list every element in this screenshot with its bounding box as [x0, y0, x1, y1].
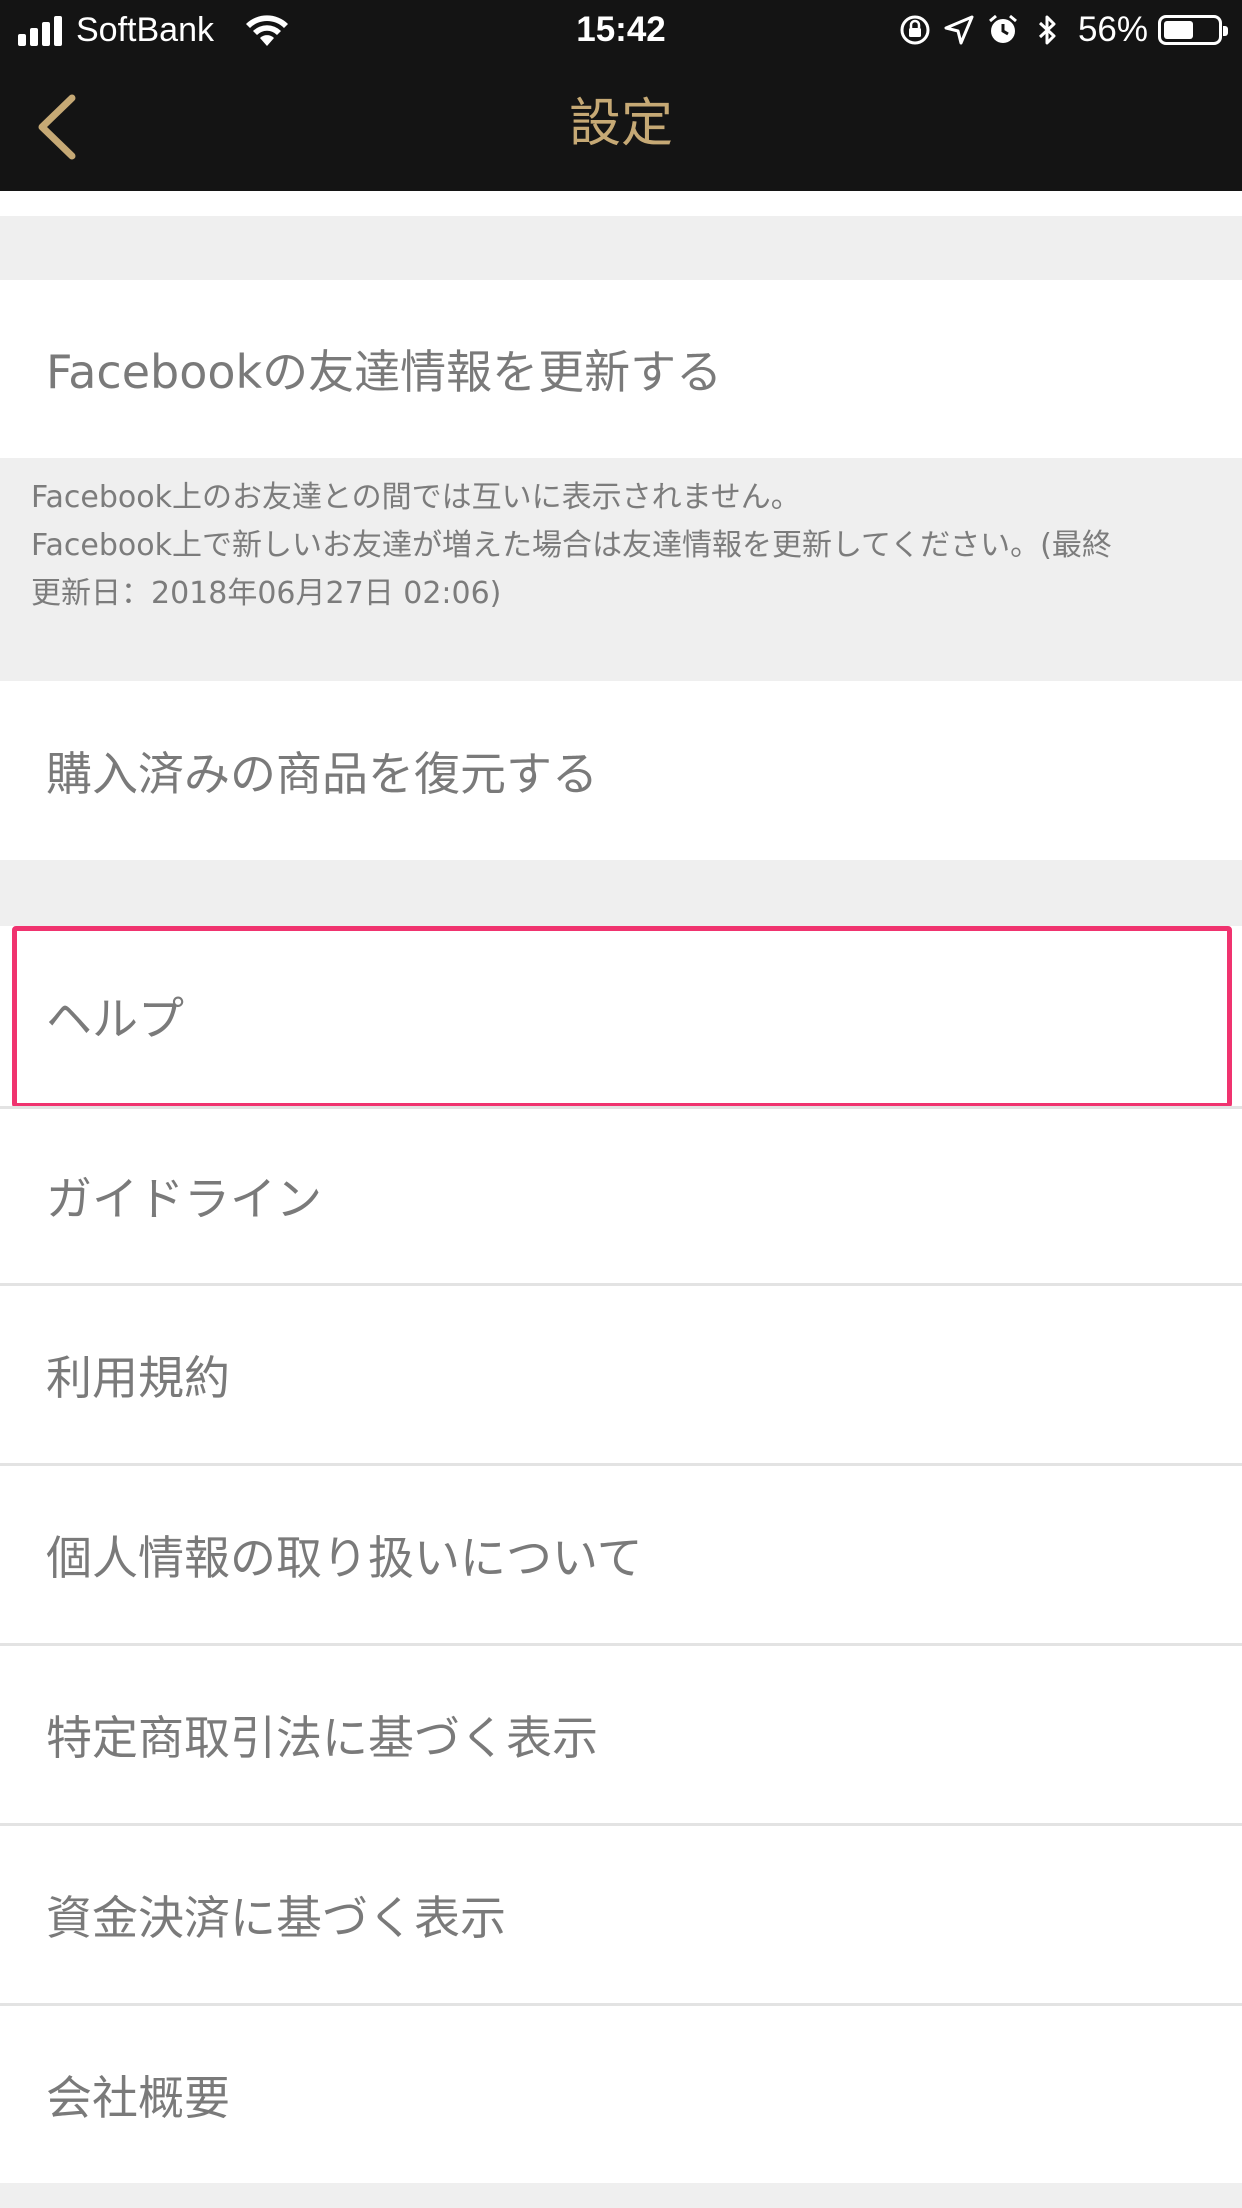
status-bar: SoftBank 15:42 56% — [0, 0, 1242, 62]
help-label: ヘルプ — [46, 992, 184, 1046]
terms-row[interactable]: 利用規約 — [0, 1286, 1242, 1463]
privacy-row[interactable]: 個人情報の取り扱いについて — [0, 1466, 1242, 1643]
list-item-top-strip — [0, 191, 1242, 216]
help-row[interactable]: ヘルプ — [0, 926, 1242, 1106]
terms-label: 利用規約 — [46, 1350, 230, 1405]
page-title: 設定 — [568, 94, 673, 154]
restore-purchases-row[interactable]: 購入済みの商品を復元する — [0, 681, 1242, 860]
battery-icon — [1158, 15, 1228, 45]
facebook-note-line: 更新日：2018年06月27日 02:06) — [31, 576, 502, 611]
battery-level — [1164, 21, 1193, 39]
payment-law-label: 資金決済に基づく表示 — [46, 1890, 506, 1945]
orientation-lock-icon — [900, 15, 930, 45]
privacy-label: 個人情報の取り扱いについて — [46, 1530, 643, 1585]
top-bar: SoftBank 15:42 56% 設定 — [0, 0, 1242, 191]
status-icons: 56% — [888, 10, 1228, 50]
facebook-update-row[interactable]: Facebookの友達情報を更新する — [0, 280, 1242, 458]
facebook-note-line: Facebook上のお友達との間では互いに表示されません。 — [31, 480, 801, 515]
company-label: 会社概要 — [46, 2070, 230, 2125]
guidelines-label: ガイドライン — [46, 1172, 322, 1226]
alarm-icon — [988, 14, 1017, 43]
location-icon — [944, 15, 974, 45]
facebook-update-label: Facebookの友達情報を更新する — [46, 345, 723, 399]
navigation-bar: 設定 — [0, 62, 1242, 191]
payment-law-row[interactable]: 資金決済に基づく表示 — [0, 1826, 1242, 2003]
guidelines-row[interactable]: ガイドライン — [0, 1109, 1242, 1283]
facebook-note: Facebook上のお友達との間では互いに表示されません。 Facebook上で… — [31, 474, 1221, 618]
commercial-law-row[interactable]: 特定商取引法に基づく表示 — [0, 1646, 1242, 1823]
company-row[interactable]: 会社概要 — [0, 2006, 1242, 2183]
commercial-law-label: 特定商取引法に基づく表示 — [46, 1710, 598, 1765]
battery-percent: 56% — [1077, 10, 1148, 49]
facebook-note-line: Facebook上で新しいお友達が増えた場合は友達情報を更新してください。(最終 — [31, 528, 1112, 563]
restore-purchases-label: 購入済みの商品を復元する — [46, 746, 598, 801]
bluetooth-icon — [1038, 15, 1056, 45]
